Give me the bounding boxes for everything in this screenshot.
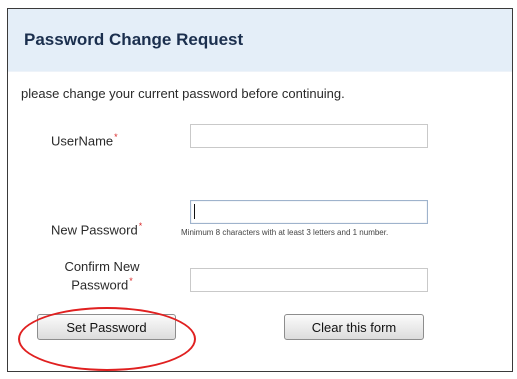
new-password-label-text: New Password bbox=[51, 222, 138, 238]
clear-form-button[interactable]: Clear this form bbox=[284, 314, 424, 340]
password-hint: Minimum 8 characters with at least 3 let… bbox=[181, 228, 389, 237]
new-password-label: New Password* bbox=[51, 221, 142, 237]
username-label: UserName* bbox=[51, 132, 118, 148]
required-asterisk: * bbox=[138, 221, 143, 231]
required-asterisk: * bbox=[114, 132, 118, 142]
confirm-label-line2: Password bbox=[71, 277, 129, 293]
page-title: Password Change Request bbox=[24, 30, 244, 49]
instruction-text: please change your current password befo… bbox=[21, 86, 345, 101]
panel-header: Password Change Request bbox=[8, 9, 512, 72]
new-password-input[interactable] bbox=[190, 200, 428, 224]
confirm-password-input[interactable] bbox=[190, 268, 428, 292]
text-cursor bbox=[194, 204, 195, 219]
confirm-label-line1: Confirm New bbox=[64, 259, 140, 274]
confirm-password-label: Confirm New Password* bbox=[54, 259, 150, 292]
username-label-text: UserName bbox=[51, 133, 114, 149]
required-asterisk: * bbox=[129, 276, 133, 286]
set-password-button[interactable]: Set Password bbox=[37, 314, 176, 340]
username-input[interactable] bbox=[190, 124, 428, 148]
